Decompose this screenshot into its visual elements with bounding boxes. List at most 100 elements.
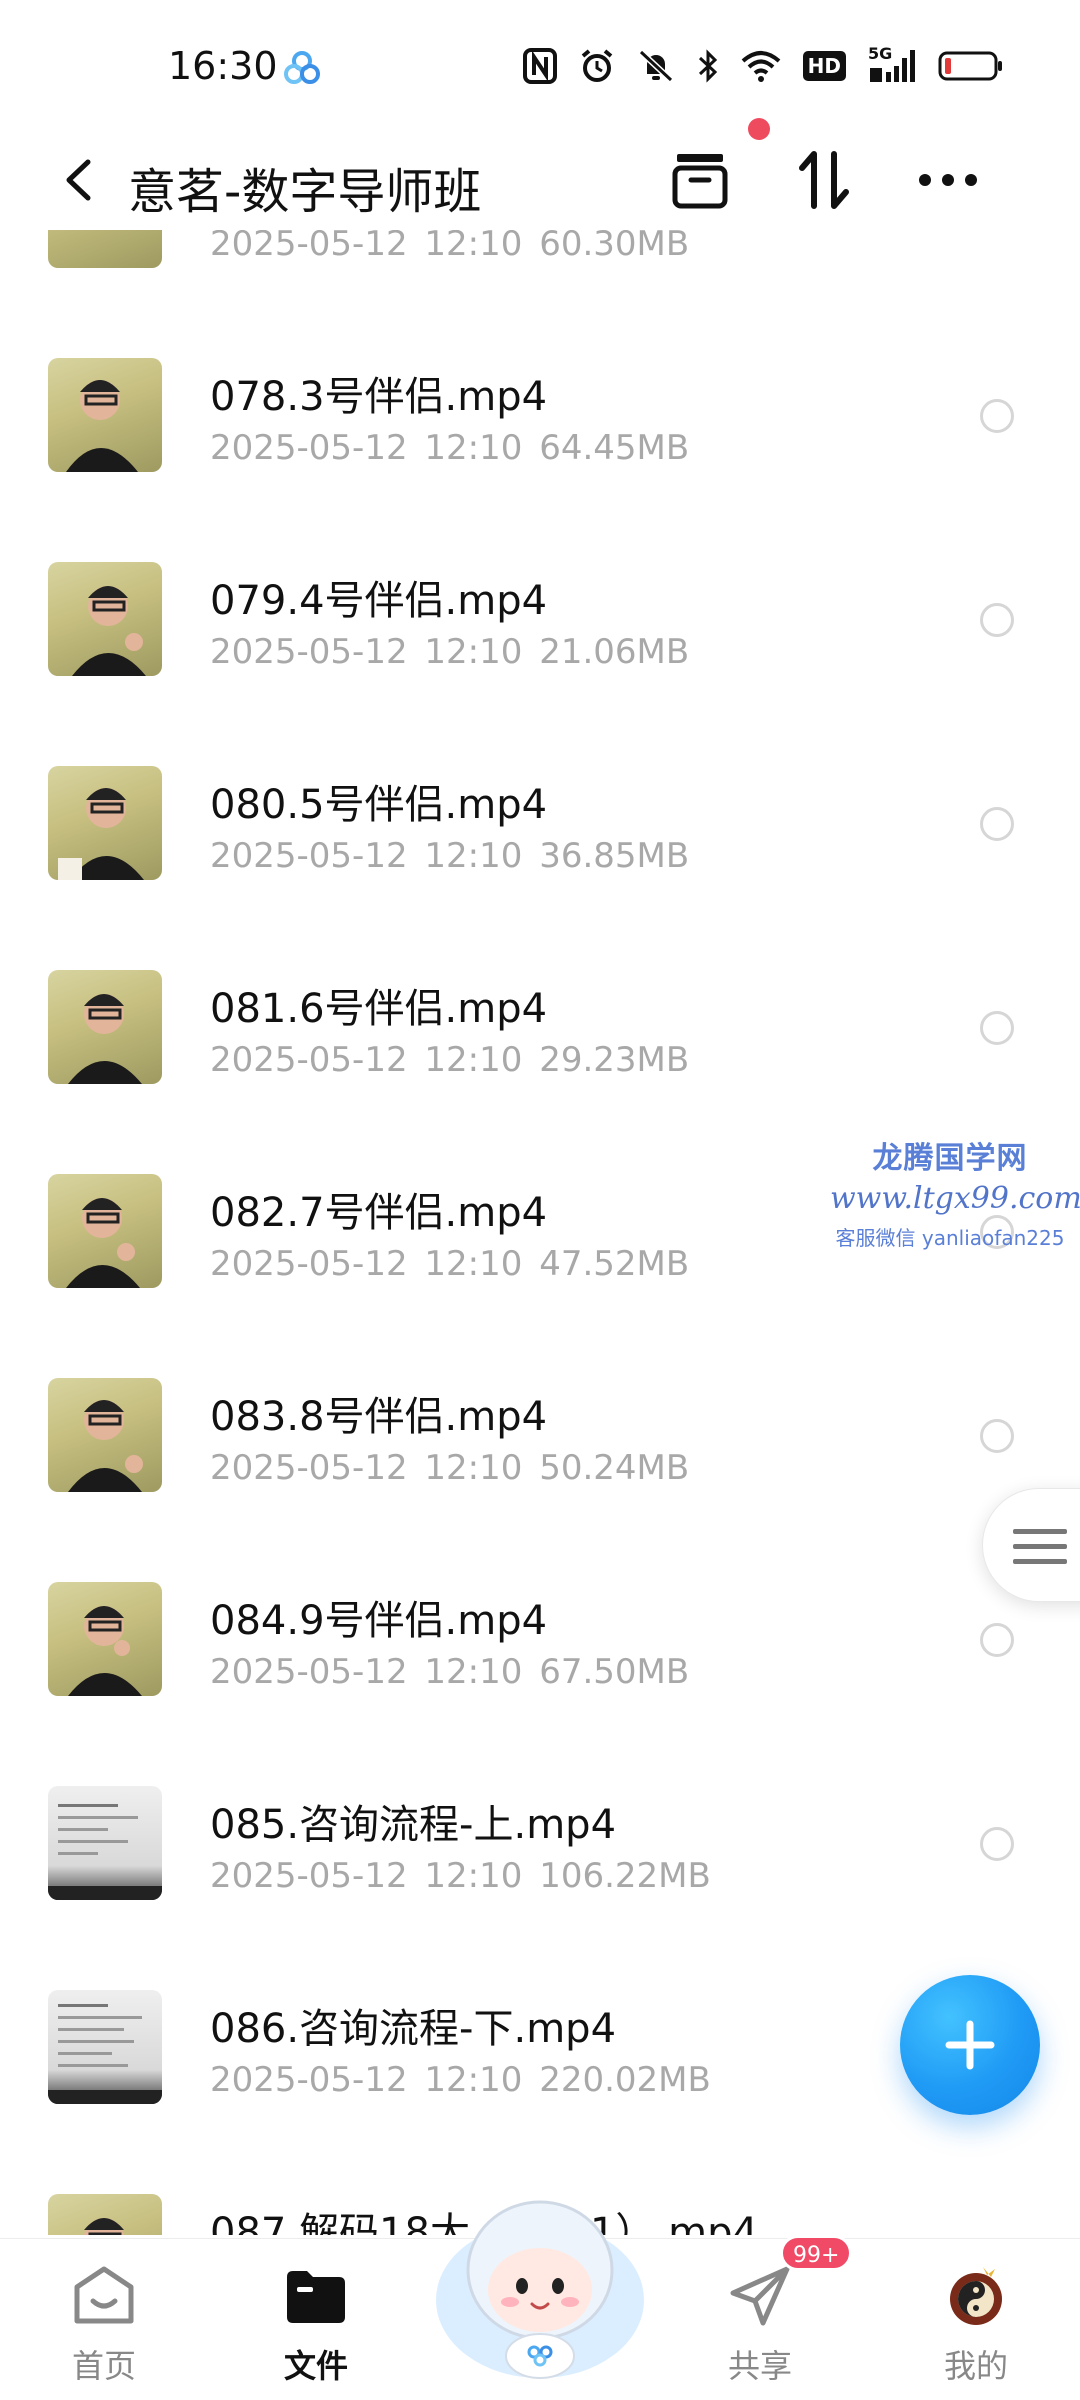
add-button[interactable]: [900, 1975, 1040, 2115]
person-figure-icon: [68, 1400, 143, 1492]
file-row[interactable]: 2025-05-12 12:10 60.30MB: [0, 230, 1080, 324]
file-name: 086.咨询流程-下.mp4: [210, 2006, 617, 2052]
bluetooth-icon: [697, 46, 719, 86]
video-thumbnail: [48, 562, 162, 676]
file-size: 36.85MB: [539, 836, 690, 876]
file-meta: 2025-05-12 12:10 47.52MB: [210, 1244, 689, 1284]
file-time: 12:10: [424, 2060, 523, 2100]
document-preview-icon: [48, 2004, 162, 2104]
file-date: 2025-05-12: [210, 230, 408, 264]
file-size: 21.06MB: [539, 632, 690, 672]
nav-home[interactable]: 首页: [34, 2253, 174, 2393]
person-figure-icon: [66, 380, 138, 472]
file-date: 2025-05-12: [210, 428, 408, 468]
file-time: 12:10: [424, 428, 523, 468]
select-radio[interactable]: [980, 1623, 1014, 1657]
file-name: 081.6号伴侣.mp4: [210, 986, 548, 1032]
status-bar: 16:30 HD 5G: [0, 0, 1080, 130]
file-name: 080.5号伴侣.mp4: [210, 782, 548, 828]
page-title: 意茗-数字导师班: [128, 164, 482, 220]
video-thumbnail: [48, 1990, 162, 2104]
hd-label: HD: [802, 51, 846, 81]
select-radio[interactable]: [980, 1419, 1014, 1453]
menu-lines-icon: [1013, 1529, 1067, 1564]
select-radio[interactable]: [980, 1827, 1014, 1861]
select-radio[interactable]: [980, 1011, 1014, 1045]
select-radio[interactable]: [980, 807, 1014, 841]
file-name: 083.8号伴侣.mp4: [210, 1394, 548, 1440]
mascot-assistant-icon[interactable]: [430, 2180, 650, 2390]
wifi-icon: [741, 46, 781, 86]
file-meta: 2025-05-12 12:10 220.02MB: [210, 2060, 711, 2100]
person-figure-icon: [66, 1198, 140, 1288]
file-meta: 2025-05-12 12:10 50.24MB: [210, 1448, 689, 1488]
file-row[interactable]: 084.9号伴侣.mp4 2025-05-12 12:10 67.50MB: [0, 1548, 1080, 1752]
file-meta: 2025-05-12 12:10 21.06MB: [210, 632, 689, 672]
file-meta: 2025-05-12 12:10 36.85MB: [210, 836, 689, 876]
video-thumbnail: [48, 1582, 162, 1696]
file-date: 2025-05-12: [210, 1040, 408, 1080]
nav-mine[interactable]: 我的: [906, 2253, 1046, 2393]
sort-button[interactable]: [786, 142, 862, 218]
file-meta: 2025-05-12 12:10 60.30MB: [210, 230, 689, 264]
file-name: 084.9号伴侣.mp4: [210, 1598, 548, 1644]
file-time: 12:10: [424, 1652, 523, 1692]
file-meta: 2025-05-12 12:10 106.22MB: [210, 1856, 711, 1896]
file-row[interactable]: 081.6号伴侣.mp4 2025-05-12 12:10 29.23MB: [0, 936, 1080, 1140]
file-meta: 2025-05-12 12:10 29.23MB: [210, 1040, 689, 1080]
file-row[interactable]: 085.咨询流程-上.mp4 2025-05-12 12:10 106.22MB: [0, 1752, 1080, 1956]
watermark: 龙腾国学网 www.ltgx99.com 客服微信 yanliaofan225: [830, 1133, 1080, 1251]
mute-icon: [637, 46, 675, 86]
back-button[interactable]: [48, 150, 108, 210]
transfer-box-button[interactable]: [662, 142, 738, 218]
file-date: 2025-05-12: [210, 2060, 408, 2100]
sort-arrows-icon: [799, 151, 849, 209]
nav-share-label: 共享: [727, 2347, 792, 2385]
file-row[interactable]: 083.8号伴侣.mp4 2025-05-12 12:10 50.24MB: [0, 1344, 1080, 1548]
select-radio[interactable]: [980, 603, 1014, 637]
nav-share[interactable]: 共享: [690, 2253, 830, 2393]
nav-mine-label: 我的: [943, 2347, 1008, 2385]
file-time: 12:10: [424, 1856, 523, 1896]
select-radio[interactable]: [980, 399, 1014, 433]
file-time: 12:10: [424, 1448, 523, 1488]
file-size: 106.22MB: [539, 1856, 711, 1896]
folder-icon: [287, 2271, 345, 2323]
nav-files[interactable]: 文件: [246, 2253, 386, 2393]
plus-icon: [945, 2020, 995, 2070]
person-figure-icon: [58, 788, 144, 880]
file-row[interactable]: 078.3号伴侣.mp4 2025-05-12 12:10 64.45MB: [0, 324, 1080, 528]
video-thumbnail: [48, 358, 162, 472]
video-thumbnail: [48, 230, 162, 268]
watermark-contact: 客服微信 yanliaofan225: [835, 1226, 1065, 1250]
chevron-left-icon: [66, 159, 91, 201]
cloud-app-icon: [284, 51, 320, 84]
nav-files-label: 文件: [283, 2347, 348, 2385]
watermark-url: www.ltgx99.com: [830, 1181, 1080, 1216]
status-icons: HD 5G: [522, 44, 1004, 88]
document-preview-icon: [48, 1804, 162, 1900]
file-row[interactable]: 079.4号伴侣.mp4 2025-05-12 12:10 21.06MB: [0, 528, 1080, 732]
archive-box-icon: [672, 154, 728, 209]
signal-icon: 5G: [868, 46, 916, 86]
file-name: 079.4号伴侣.mp4: [210, 578, 548, 624]
avatar-icon: [950, 2267, 1002, 2325]
file-date: 2025-05-12: [210, 632, 408, 672]
network-type: 5G: [868, 44, 893, 63]
more-options-button[interactable]: [910, 142, 986, 218]
file-size: 47.52MB: [539, 1244, 690, 1284]
person-figure-icon: [68, 1606, 142, 1696]
video-thumbnail: [48, 1786, 162, 1900]
file-meta: 2025-05-12 12:10 67.50MB: [210, 1652, 689, 1692]
person-figure-icon: [68, 994, 142, 1084]
file-date: 2025-05-12: [210, 1856, 408, 1896]
file-name: 078.3号伴侣.mp4: [210, 374, 548, 420]
file-row[interactable]: 080.5号伴侣.mp4 2025-05-12 12:10 36.85MB: [0, 732, 1080, 936]
file-date: 2025-05-12: [210, 1448, 408, 1488]
file-time: 12:10: [424, 230, 523, 264]
file-time: 12:10: [424, 1040, 523, 1080]
file-name: 085.咨询流程-上.mp4: [210, 1802, 617, 1848]
nav-home-label: 首页: [71, 2347, 136, 2385]
alarm-icon: [579, 46, 615, 86]
paper-plane-icon: [730, 2266, 790, 2326]
